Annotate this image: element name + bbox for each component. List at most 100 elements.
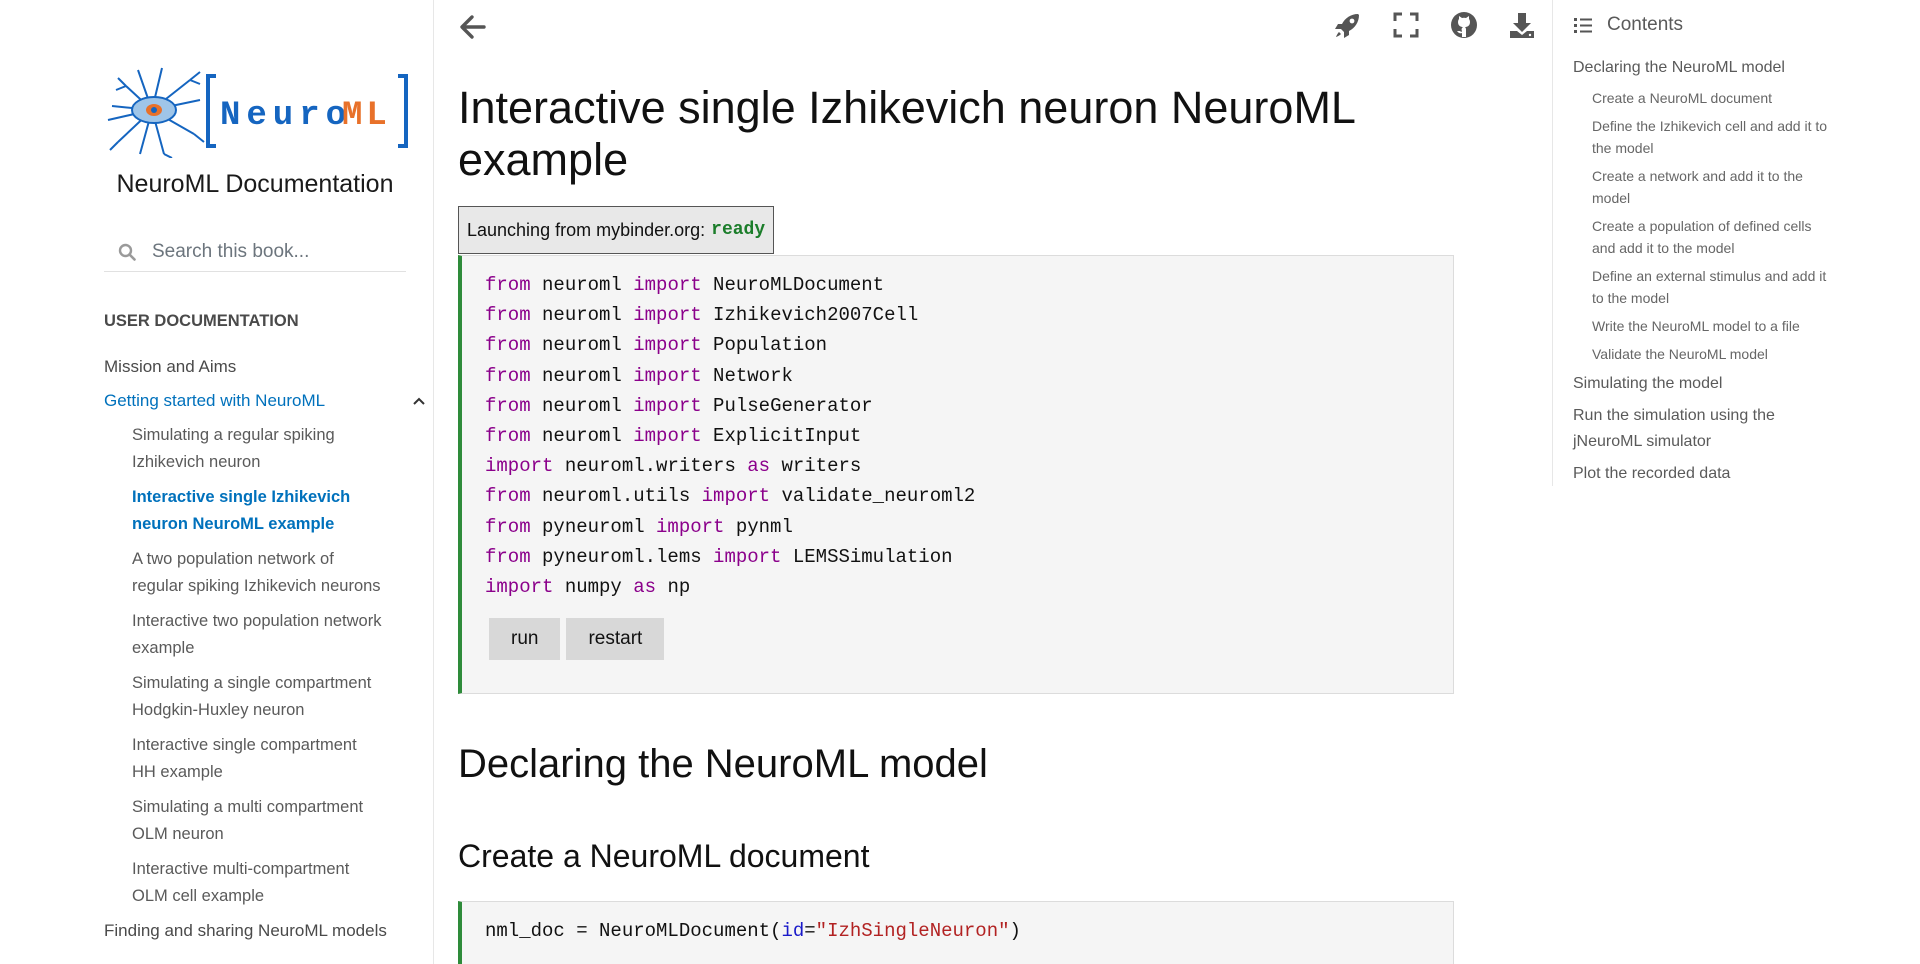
neuroml-logo[interactable]: Neuro ML [104, 66, 410, 158]
sidebar-subitem-label[interactable]: Interactive two population network examp… [132, 608, 382, 662]
code-keyword: import [701, 485, 771, 508]
code-keyword: from [485, 364, 531, 387]
code-line: from neuroml import NeuroMLDocument [485, 270, 1453, 300]
code-line: from neuroml import Network [485, 361, 1453, 391]
toc-item[interactable]: Define an external stimulus and add it t… [1573, 262, 1833, 312]
code-text: neuroml [530, 425, 634, 448]
sidebar-subitem-label[interactable]: Simulating a multi compartment OLM neuro… [132, 794, 382, 848]
code-line: from pyneuroml.lems import LEMSSimulatio… [485, 542, 1453, 572]
subsection-heading: Create a NeuroML document [458, 838, 870, 874]
restart-button[interactable]: restart [566, 618, 665, 661]
code-keyword: import [633, 425, 702, 448]
code-text: writers [770, 455, 862, 478]
code-keyword: import [633, 274, 702, 296]
code-editor[interactable]: nml_doc = NeuroMLDocument(id="IzhSingleN… [462, 902, 1453, 946]
toc-item[interactable]: Create a NeuroML document [1573, 84, 1833, 112]
code-text: pynml [724, 515, 793, 538]
code-text: LEMSSimulation [781, 545, 953, 568]
code-line: from pyneuroml import pynml [485, 512, 1453, 542]
code-keyword: as [633, 576, 657, 599]
toc-item[interactable]: Validate the NeuroML model [1573, 340, 1833, 368]
sidebar-subitem-interactive-two-pop[interactable]: Interactive two population network examp… [104, 604, 426, 666]
code-text: validate_neuroml2 [770, 485, 976, 508]
code-text: NeuroMLDocument [701, 274, 885, 296]
code-keyword: from [485, 485, 531, 508]
sidebar-subitem-interactive-olm[interactable]: Interactive multi-compartment OLM cell e… [104, 852, 426, 914]
sidebar-subitem-interactive-izh[interactable]: Interactive single Izhikevich neuron Neu… [104, 480, 426, 542]
list-icon [1574, 18, 1592, 33]
code-text: ) [1009, 920, 1021, 942]
code-keyword: from [485, 394, 531, 417]
chevron-up-icon[interactable] [412, 394, 426, 408]
thebe-status: Launching from mybinder.org: ready [458, 206, 775, 254]
sidebar-subitem-regular-spiking[interactable]: Simulating a regular spiking Izhikevich … [104, 418, 426, 480]
sidebar-subitem-label[interactable]: Interactive single compartment HH exampl… [132, 732, 382, 786]
code-text: Population [701, 334, 828, 357]
code-text: pyneuroml.lems [530, 545, 714, 568]
code-keyword: from [485, 425, 531, 448]
toc-item[interactable]: Plot the recorded data [1573, 458, 1833, 490]
left-sidebar: Neuro ML NeuroML Documentation USER DOCU… [0, 0, 434, 964]
sidebar-item-finding-sharing[interactable]: Finding and sharing NeuroML models [104, 914, 426, 948]
toc-title: Contents [1607, 14, 1684, 35]
toc-item[interactable]: Define the Izhikevich cell and add it to… [1573, 112, 1833, 162]
sidebar-subitem-label[interactable]: A two population network of regular spik… [132, 546, 382, 600]
sidebar-item-mission[interactable]: Mission and Aims [104, 350, 426, 384]
code-cell[interactable]: nml_doc = NeuroMLDocument(id="IzhSingleN… [458, 901, 1454, 964]
code-keyword: from [485, 334, 531, 357]
code-param: id [781, 920, 805, 942]
toc-header: Contents [1573, 14, 1683, 36]
github-icon[interactable] [1449, 10, 1479, 40]
sidebar-subitem-label[interactable]: Interactive single Izhikevich neuron Neu… [132, 484, 382, 538]
sidebar-item-label[interactable]: Getting started with NeuroML [104, 391, 325, 410]
code-text: neuroml [530, 394, 634, 417]
sidebar-subitem-label[interactable]: Simulating a regular spiking Izhikevich … [132, 422, 382, 476]
code-text: np [656, 576, 691, 599]
sidebar-subitem-hh-neuron[interactable]: Simulating a single compartment Hodgkin-… [104, 666, 426, 728]
code-keyword: as [747, 455, 771, 478]
toc-panel: Contents Declaring the NeuroML model Crea… [1552, 0, 1920, 486]
section-heading: Declaring the NeuroML model [458, 742, 988, 786]
sidebar-subitem-label[interactable]: Simulating a single compartment Hodgkin-… [132, 670, 382, 724]
svg-text:ML: ML [342, 97, 391, 135]
download-icon[interactable] [1507, 10, 1537, 40]
toc-item[interactable]: Create a population of defined cells and… [1573, 212, 1833, 262]
code-editor[interactable]: from neuroml import NeuroMLDocument from … [462, 256, 1453, 602]
code-line: import neuroml.writers as writers [485, 451, 1453, 481]
code-text: neuroml.utils [530, 485, 702, 508]
code-cell[interactable]: from neuroml import NeuroMLDocument from … [458, 255, 1454, 694]
code-text: neuroml [530, 364, 634, 387]
code-line: from neuroml import PulseGenerator [485, 391, 1453, 421]
search-icon [118, 243, 136, 261]
sidebar-item-getting-started[interactable]: Getting started with NeuroML [104, 384, 426, 418]
sidebar-subitem-label[interactable]: Interactive multi-compartment OLM cell e… [132, 856, 382, 910]
search-input[interactable] [152, 240, 392, 263]
svg-text:Neuro: Neuro [220, 97, 352, 135]
sidebar-subitem-olm-neuron[interactable]: Simulating a multi compartment OLM neuro… [104, 790, 426, 852]
code-text: neuroml [530, 274, 634, 296]
toc-list: Declaring the NeuroML model Create a Neur… [1573, 52, 1833, 490]
code-keyword: import [633, 364, 702, 387]
code-keyword: import [633, 334, 702, 357]
arrow-left-icon[interactable] [458, 12, 488, 42]
code-text: nml_doc = NeuroMLDocument( [485, 920, 782, 942]
code-text: = [804, 920, 816, 942]
nav-caption: USER DOCUMENTATION [104, 312, 299, 330]
code-line: from neuroml.utils import validate_neuro… [485, 481, 1453, 511]
search-box[interactable] [104, 232, 406, 272]
page-title: Interactive single Izhikevich neuron Neu… [458, 82, 1355, 185]
toc-item[interactable]: Simulating the model [1573, 368, 1833, 400]
fullscreen-icon[interactable] [1391, 10, 1421, 40]
toc-item[interactable]: Write the NeuroML model to a file [1573, 312, 1833, 340]
code-line: from neuroml import Population [485, 330, 1453, 360]
sidebar-subitem-interactive-hh[interactable]: Interactive single compartment HH exampl… [104, 728, 426, 790]
toc-item[interactable]: Create a network and add it to the model [1573, 162, 1833, 212]
code-keyword: import [656, 515, 725, 538]
run-button[interactable]: run [489, 618, 561, 661]
site-title: NeuroML Documentation [116, 170, 394, 198]
toc-item[interactable]: Run the simulation using the jNeuroML si… [1573, 400, 1833, 458]
sidebar-subitem-two-population[interactable]: A two population network of regular spik… [104, 542, 426, 604]
code-text: neuroml [530, 334, 634, 357]
toc-item[interactable]: Declaring the NeuroML model [1573, 52, 1833, 84]
rocket-icon[interactable] [1333, 10, 1363, 40]
